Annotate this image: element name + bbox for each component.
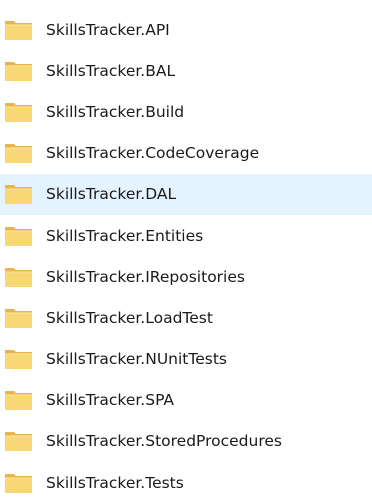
folder-item-loadtest[interactable]: SkillsTracker.LoadTest [0, 297, 372, 338]
folder-label: SkillsTracker.BAL [46, 61, 176, 80]
folder-item-irepositories[interactable]: SkillsTracker.IRepositories [0, 256, 372, 297]
folder-label: SkillsTracker.DAL [46, 185, 177, 204]
folder-item-storedprocedures[interactable]: SkillsTracker.StoredProcedures [0, 421, 372, 462]
folder-icon [5, 308, 32, 328]
folder-icon [5, 61, 32, 81]
folder-label: SkillsTracker.Tests [46, 473, 184, 492]
folder-item-tests[interactable]: SkillsTracker.Tests [0, 462, 372, 503]
folder-icon [5, 102, 32, 122]
folder-icon [5, 350, 32, 370]
folder-item-entities[interactable]: SkillsTracker.Entities [0, 215, 372, 256]
folder-icon [5, 391, 32, 411]
folder-label: SkillsTracker.NUnitTests [46, 350, 227, 369]
folder-icon [5, 267, 32, 287]
folder-label: SkillsTracker.Build [46, 102, 185, 121]
folder-icon [5, 144, 32, 164]
folder-item-codecoverage[interactable]: SkillsTracker.CodeCoverage [0, 133, 372, 174]
folder-label: SkillsTracker.CodeCoverage [46, 144, 260, 163]
folder-list: SkillsTracker.API SkillsTracker.BAL Skil… [0, 9, 372, 503]
folder-label: SkillsTracker.SPA [46, 391, 175, 410]
folder-label: SkillsTracker.LoadTest [46, 308, 213, 327]
folder-label: SkillsTracker.Entities [46, 226, 204, 245]
folder-label: SkillsTracker.API [46, 20, 170, 39]
folder-label: SkillsTracker.IRepositories [46, 267, 245, 286]
folder-item-spa[interactable]: SkillsTracker.SPA [0, 380, 372, 421]
folder-item-dal[interactable]: SkillsTracker.DAL [0, 173, 372, 215]
folder-icon [5, 432, 32, 452]
folder-item-bal[interactable]: SkillsTracker.BAL [0, 50, 372, 91]
folder-icon [5, 20, 32, 40]
folder-icon [5, 226, 32, 246]
folder-label: SkillsTracker.StoredProcedures [46, 432, 282, 451]
folder-item-api[interactable]: SkillsTracker.API [0, 9, 372, 50]
folder-item-nunittests[interactable]: SkillsTracker.NUnitTests [0, 339, 372, 380]
folder-item-build[interactable]: SkillsTracker.Build [0, 91, 372, 132]
folder-icon [5, 185, 32, 205]
folder-icon [5, 473, 32, 493]
